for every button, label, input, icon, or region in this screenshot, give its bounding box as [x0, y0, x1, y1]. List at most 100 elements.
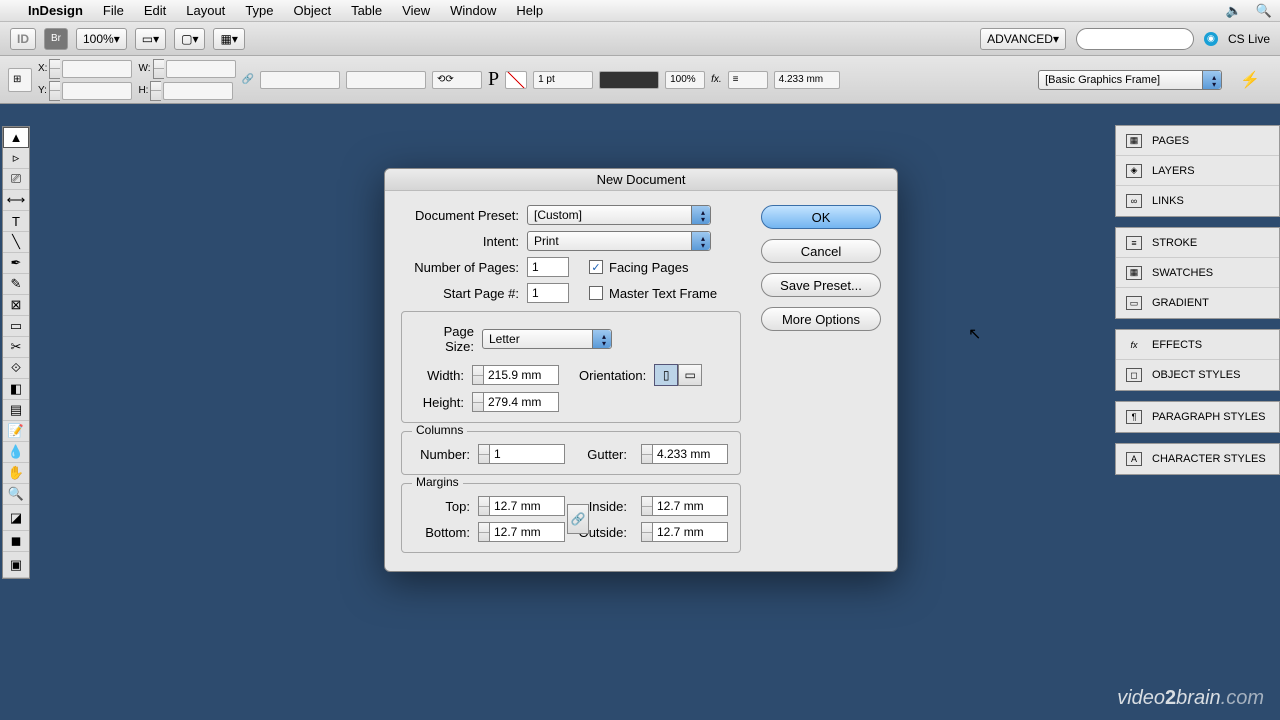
link-margins-icon[interactable]: 🔗 — [567, 504, 589, 534]
menu-table[interactable]: Table — [341, 3, 392, 18]
panel-swatches[interactable]: ▦SWATCHES — [1116, 258, 1279, 288]
pen-tool[interactable]: ✒ — [3, 253, 29, 274]
x-input[interactable] — [62, 60, 132, 78]
orientation-portrait[interactable]: ▯ — [654, 364, 678, 386]
flip-icons[interactable]: ⟲⟳ — [432, 71, 482, 89]
x-spinner[interactable] — [49, 59, 60, 79]
scissors-tool[interactable]: ✂ — [3, 337, 29, 358]
h-input[interactable] — [163, 82, 233, 100]
pencil-tool[interactable]: ✎ — [3, 274, 29, 295]
save-preset-button[interactable]: Save Preset... — [761, 273, 881, 297]
page-size-select[interactable]: Letter▴▾ — [482, 329, 612, 349]
y-input[interactable] — [62, 82, 132, 100]
height-spinner[interactable] — [472, 392, 483, 412]
panel-stroke[interactable]: ≡STROKE — [1116, 228, 1279, 258]
page-tool[interactable]: ⎚ — [3, 169, 29, 190]
inside-input[interactable]: 12.7 mm — [652, 496, 728, 516]
align-icons[interactable]: ≡ — [728, 71, 768, 89]
inside-spinner[interactable] — [641, 496, 652, 516]
view-options-3[interactable]: ▦▾ — [213, 28, 244, 50]
panel-pages[interactable]: ▦PAGES — [1116, 126, 1279, 156]
hand-tool[interactable]: ✋ — [3, 463, 29, 484]
fill-swatch[interactable] — [505, 71, 527, 89]
panel-effects[interactable]: fxEFFECTS — [1116, 330, 1279, 360]
zoom-tool[interactable]: 🔍 — [3, 484, 29, 505]
screen-mode[interactable]: ▣ — [3, 552, 29, 578]
free-transform-tool[interactable]: ⟐ — [3, 358, 29, 379]
bottom-input[interactable]: 12.7 mm — [489, 522, 565, 542]
search-input[interactable] — [1076, 28, 1194, 50]
app-icon[interactable]: ID — [10, 28, 36, 50]
apply-color[interactable]: ◼ — [3, 531, 29, 552]
col-number-spinner[interactable] — [478, 444, 489, 464]
facing-pages-checkbox[interactable]: ✓ — [589, 260, 603, 274]
panel-object-styles[interactable]: ◻OBJECT STYLES — [1116, 360, 1279, 390]
volume-icon[interactable]: 🔈 — [1226, 3, 1242, 19]
w-input[interactable] — [166, 60, 236, 78]
y-spinner[interactable] — [49, 81, 60, 101]
panel-character-styles[interactable]: ACHARACTER STYLES — [1116, 444, 1279, 474]
workspace-select[interactable]: ADVANCED ▾ — [980, 28, 1066, 50]
panel-links[interactable]: ∞LINKS — [1116, 186, 1279, 216]
more-options-button[interactable]: More Options — [761, 307, 881, 331]
cancel-button[interactable]: Cancel — [761, 239, 881, 263]
menu-layout[interactable]: Layout — [176, 3, 235, 18]
outside-spinner[interactable] — [641, 522, 652, 542]
view-options-1[interactable]: ▭▾ — [135, 28, 166, 50]
lightning-icon[interactable]: ⚡ — [1240, 70, 1260, 90]
opacity-input[interactable]: 100% — [665, 71, 705, 89]
menu-type[interactable]: Type — [235, 3, 283, 18]
width-input[interactable]: 215.9 mm — [483, 365, 559, 385]
master-text-checkbox[interactable] — [589, 286, 603, 300]
spotlight-icon[interactable]: 🔍 — [1256, 3, 1272, 19]
reference-point[interactable]: ⊞ — [8, 68, 32, 92]
app-name[interactable]: InDesign — [18, 3, 93, 18]
orientation-landscape[interactable]: ▭ — [678, 364, 702, 386]
gutter-value[interactable]: 4.233 mm — [774, 71, 840, 89]
rotate[interactable] — [346, 71, 426, 89]
menu-file[interactable]: File — [93, 3, 134, 18]
cslive-icon[interactable]: ◉ — [1204, 32, 1218, 46]
h-spinner[interactable] — [150, 81, 161, 101]
bridge-button[interactable]: Br — [44, 28, 68, 50]
panel-layers[interactable]: ◈LAYERS — [1116, 156, 1279, 186]
gap-tool[interactable]: ⟷ — [3, 190, 29, 211]
intent-select[interactable]: Print▴▾ — [527, 231, 711, 251]
gradient-swatch-tool[interactable]: ◧ — [3, 379, 29, 400]
menu-view[interactable]: View — [392, 3, 440, 18]
panel-gradient[interactable]: ▭GRADIENT — [1116, 288, 1279, 318]
type-tool[interactable]: T — [3, 211, 29, 232]
gutter-spinner[interactable] — [641, 444, 652, 464]
outside-input[interactable]: 12.7 mm — [652, 522, 728, 542]
doc-preset-select[interactable]: [Custom]▴▾ — [527, 205, 711, 225]
menu-edit[interactable]: Edit — [134, 3, 176, 18]
fill-stroke-swap[interactable]: ◪ — [3, 505, 29, 531]
direct-selection-tool[interactable]: ▹ — [3, 148, 29, 169]
stroke-weight[interactable]: 1 pt — [533, 71, 593, 89]
menu-help[interactable]: Help — [506, 3, 553, 18]
rectangle-frame-tool[interactable]: ⊠ — [3, 295, 29, 316]
note-tool[interactable]: 📝 — [3, 421, 29, 442]
frame-style-select[interactable]: [Basic Graphics Frame]▴▾ — [1038, 70, 1222, 90]
panel-paragraph-styles[interactable]: ¶PARAGRAPH STYLES — [1116, 402, 1279, 432]
line-tool[interactable]: ╲ — [3, 232, 29, 253]
view-options-2[interactable]: ▢▾ — [174, 28, 205, 50]
ok-button[interactable]: OK — [761, 205, 881, 229]
menu-window[interactable]: Window — [440, 3, 506, 18]
cslive-label[interactable]: CS Live — [1228, 32, 1270, 46]
top-input[interactable]: 12.7 mm — [489, 496, 565, 516]
zoom-select[interactable]: 100% ▾ — [76, 28, 127, 50]
rectangle-tool[interactable]: ▭ — [3, 316, 29, 337]
gutter-input[interactable]: 4.233 mm — [652, 444, 728, 464]
col-number-input[interactable]: 1 — [489, 444, 565, 464]
selection-tool[interactable]: ▲ — [3, 127, 29, 148]
w-spinner[interactable] — [153, 59, 164, 79]
scale-x[interactable] — [260, 71, 340, 89]
num-pages-input[interactable]: 1 — [527, 257, 569, 277]
fx-icon[interactable]: fx. — [711, 74, 722, 85]
bottom-spinner[interactable] — [478, 522, 489, 542]
gradient-feather-tool[interactable]: ▤ — [3, 400, 29, 421]
top-spinner[interactable] — [478, 496, 489, 516]
width-spinner[interactable] — [472, 365, 483, 385]
menu-object[interactable]: Object — [284, 3, 342, 18]
